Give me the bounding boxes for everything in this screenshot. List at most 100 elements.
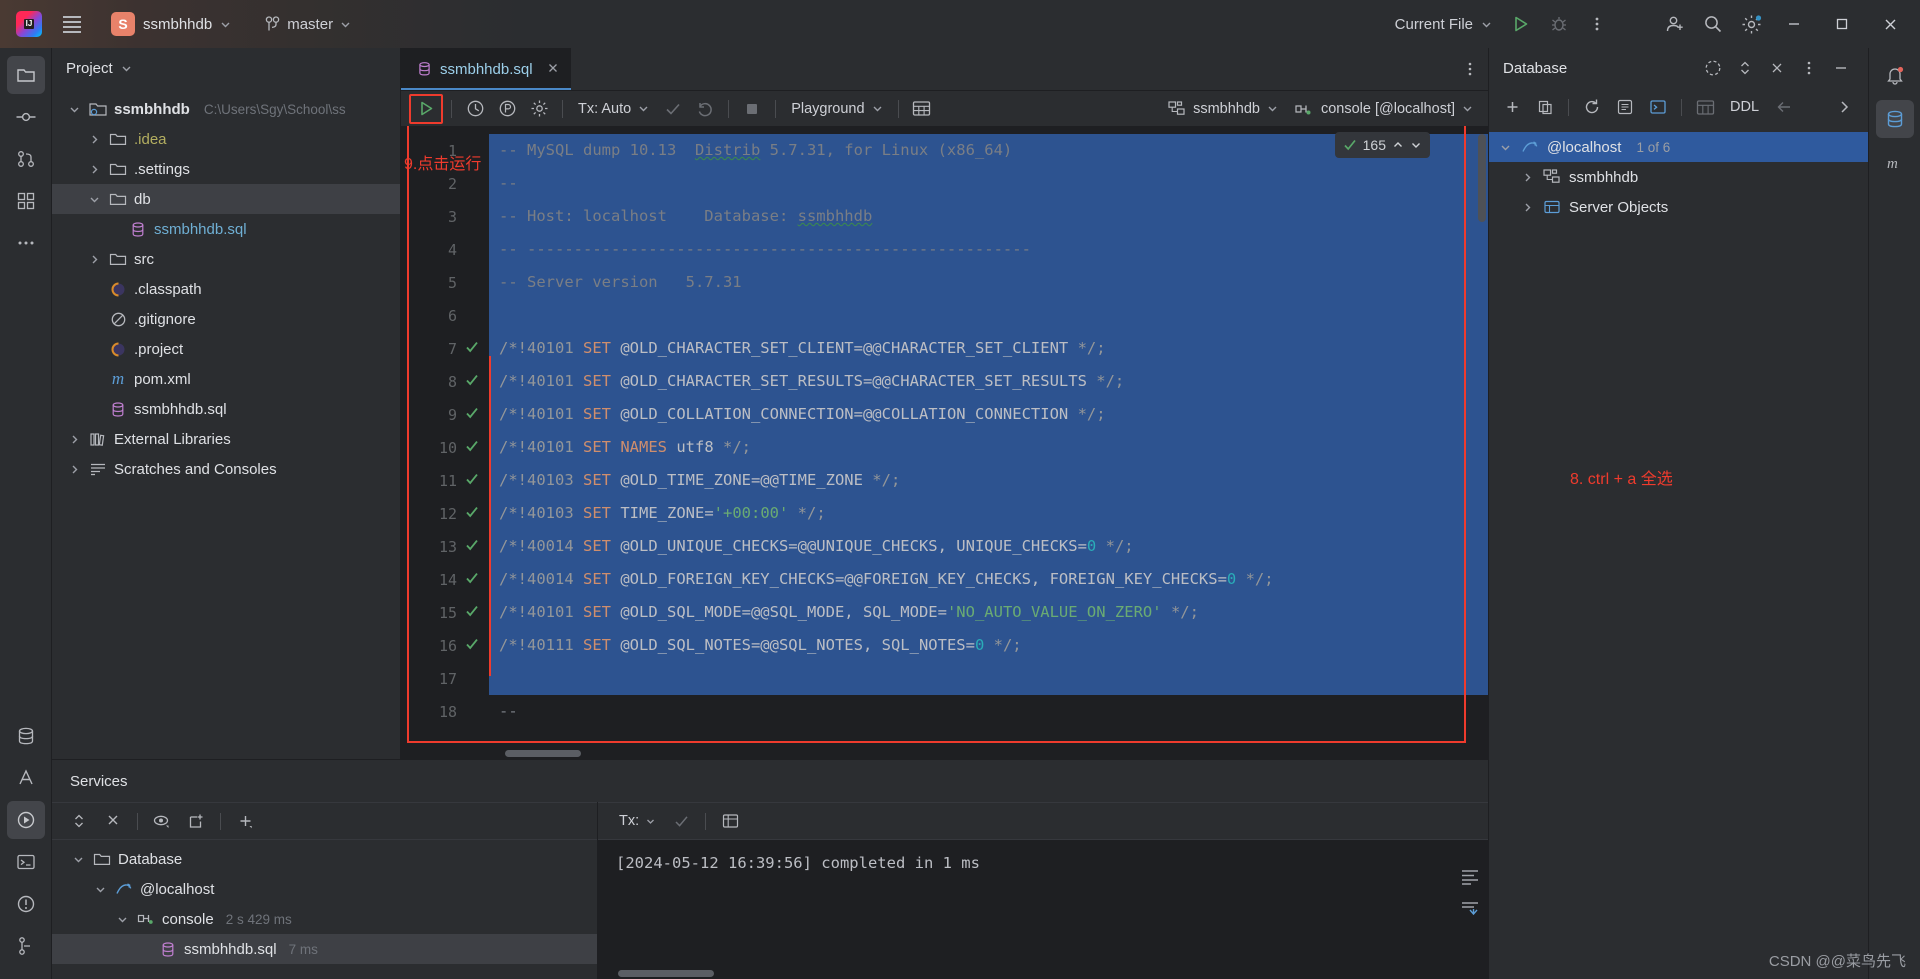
project-tree-item[interactable]: m pom.xml <box>52 364 400 394</box>
chevron-right-icon[interactable] <box>86 134 102 145</box>
database-tool-icon[interactable] <box>1875 100 1914 138</box>
add-data-source-icon[interactable] <box>1497 93 1527 121</box>
ai-assistant-icon[interactable] <box>7 759 45 797</box>
scroll-to-end-icon[interactable] <box>1460 900 1480 922</box>
code-line[interactable]: -- <box>489 167 1488 200</box>
git-branch-selector[interactable]: master <box>257 12 359 37</box>
chevron-down-icon[interactable] <box>1497 142 1513 153</box>
chevron-down-icon[interactable] <box>121 63 132 74</box>
project-tree-item[interactable]: .settings <box>52 154 400 184</box>
project-tree-item[interactable]: src <box>52 244 400 274</box>
chevron-right-icon[interactable] <box>66 464 82 475</box>
refresh-icon[interactable] <box>1577 93 1607 121</box>
output-transaction-selector[interactable]: Tx: <box>612 809 662 833</box>
database-tree-item[interactable]: @localhost 1 of 6 <box>1489 132 1868 162</box>
database-tool-icon[interactable] <box>7 717 45 755</box>
close-icon[interactable] <box>1868 3 1912 45</box>
code-line[interactable]: /*!40101 SET @OLD_CHARACTER_SET_RESULTS=… <box>489 365 1488 398</box>
collapse-icon[interactable] <box>1732 55 1758 81</box>
code-line[interactable] <box>489 662 1488 695</box>
more-vertical-icon[interactable] <box>1580 7 1614 41</box>
rollback-icon[interactable] <box>690 95 720 123</box>
maximize-icon[interactable] <box>1820 3 1864 45</box>
project-tree-item[interactable]: ssmbhhdb.sql <box>52 394 400 424</box>
database-tree-item[interactable]: ssmbhhdb <box>1489 162 1868 192</box>
code-line[interactable]: -- <box>489 695 1488 728</box>
chevron-down-icon[interactable] <box>1410 139 1422 151</box>
project-tree-item[interactable]: ssmbhhdb C:\Users\Sgy\School\ss <box>52 94 400 124</box>
chevron-right-icon[interactable] <box>86 254 102 265</box>
services-tree-item[interactable]: ssmbhhdb.sql 7 ms <box>52 934 597 964</box>
ddl-button[interactable]: DDL <box>1723 95 1766 119</box>
project-tree-item[interactable]: ssmbhhdb.sql <box>52 214 400 244</box>
chevron-down-icon[interactable] <box>70 854 86 865</box>
services-tree-item[interactable]: Database <box>52 844 597 874</box>
editor-vertical-scrollbar[interactable] <box>1478 134 1486 222</box>
chevron-down-icon[interactable] <box>92 884 108 895</box>
more-tools-icon[interactable] <box>7 224 45 262</box>
code-line[interactable]: /*!40014 SET @OLD_UNIQUE_CHECKS=@@UNIQUE… <box>489 530 1488 563</box>
code-line[interactable]: /*!40101 SET @OLD_CHARACTER_SET_CLIENT=@… <box>489 332 1488 365</box>
settings-icon[interactable] <box>1734 7 1768 41</box>
code-line[interactable]: /*!40101 SET NAMES utf8 */; <box>489 431 1488 464</box>
close-tab-icon[interactable] <box>547 61 559 78</box>
project-tool-icon[interactable] <box>6 56 45 94</box>
soft-wrap-icon[interactable] <box>1460 868 1480 890</box>
run-icon[interactable] <box>1504 7 1538 41</box>
commit-tool-icon[interactable] <box>7 98 45 136</box>
editor-horizontal-scrollbar[interactable] <box>505 750 581 757</box>
commit-icon[interactable] <box>658 95 688 123</box>
options-icon[interactable] <box>1796 55 1822 81</box>
project-tree-item[interactable]: External Libraries <box>52 424 400 454</box>
code-line[interactable]: -- -------------------------------------… <box>489 233 1488 266</box>
code-editor[interactable]: 1 2 3 4 5 6 7 8 9 10 11 12 13 14 15 16 17 18 -- MySQL dum… <box>401 126 1488 759</box>
new-tab-icon[interactable] <box>181 807 211 835</box>
chevron-down-icon[interactable] <box>86 194 102 205</box>
project-tree-item[interactable]: db <box>52 184 400 214</box>
toggle-grid-icon[interactable] <box>907 95 937 123</box>
history-icon[interactable] <box>460 95 490 123</box>
project-tree-item[interactable]: .idea <box>52 124 400 154</box>
session-selector[interactable]: console [@localhost] <box>1287 97 1480 121</box>
close-panel-icon[interactable] <box>1764 55 1790 81</box>
view-options-icon[interactable] <box>147 807 177 835</box>
chevron-right-icon[interactable] <box>1519 172 1535 183</box>
code-line[interactable]: /*!40103 SET TIME_ZONE='+00:00' */; <box>489 497 1488 530</box>
debug-icon[interactable] <box>1542 7 1576 41</box>
code-line[interactable] <box>489 299 1488 332</box>
transaction-mode-selector[interactable]: Tx: Auto <box>571 97 656 121</box>
code-line[interactable]: -- Server version 5.7.31 <box>489 266 1488 299</box>
run-configuration-selector[interactable]: Current File <box>1387 11 1500 38</box>
schema-selector[interactable]: Playground <box>784 97 889 121</box>
version-control-tool-icon[interactable] <box>7 927 45 965</box>
open-console-icon[interactable] <box>1643 93 1673 121</box>
database-tree-item[interactable]: Server Objects <box>1489 192 1868 222</box>
run-query-button[interactable] <box>409 93 443 124</box>
minimize-panel-icon[interactable] <box>1828 55 1854 81</box>
database-tree[interactable]: @localhost 1 of 6 ssmbhhdb Server Objects <box>1489 126 1868 979</box>
forward-icon[interactable] <box>1830 93 1860 121</box>
code-line[interactable]: /*!40111 SET @OLD_SQL_NOTES=@@SQL_NOTES,… <box>489 629 1488 662</box>
chevron-down-icon[interactable] <box>114 914 130 925</box>
editor-options-icon[interactable] <box>1452 48 1488 90</box>
duplicate-icon[interactable] <box>1530 93 1560 121</box>
services-tree-item[interactable]: console 2 s 429 ms <box>52 904 597 934</box>
chevron-right-icon[interactable] <box>1519 202 1535 213</box>
output-console[interactable]: [2024-05-12 16:39:56] completed in 1 ms <box>598 840 1488 979</box>
project-tree-item[interactable]: .gitignore <box>52 304 400 334</box>
maven-tool-icon[interactable]: m <box>1876 144 1914 182</box>
stop-icon[interactable] <box>737 95 767 123</box>
data-source-selector[interactable]: ssmbhhdb <box>1161 97 1285 121</box>
jump-to-table-icon[interactable] <box>1690 93 1720 121</box>
close-all-icon[interactable] <box>98 807 128 835</box>
project-selector[interactable]: S ssmbhhdb <box>103 8 239 40</box>
chevron-up-icon[interactable] <box>1392 139 1404 151</box>
explain-plan-icon[interactable] <box>492 95 522 123</box>
code-line[interactable]: -- Host: localhost Database: ssmbhhdb <box>489 200 1488 233</box>
hamburger-menu-icon[interactable] <box>57 9 87 39</box>
code-line[interactable]: /*!40103 SET @OLD_TIME_ZONE=@@TIME_ZONE … <box>489 464 1488 497</box>
code-text[interactable]: -- MySQL dump 10.13 Distrib 5.7.31, for … <box>489 126 1488 759</box>
project-tree-item[interactable]: Scratches and Consoles <box>52 454 400 484</box>
code-line[interactable]: /*!40101 SET @OLD_COLLATION_CONNECTION=@… <box>489 398 1488 431</box>
chevron-down-icon[interactable] <box>66 104 82 115</box>
